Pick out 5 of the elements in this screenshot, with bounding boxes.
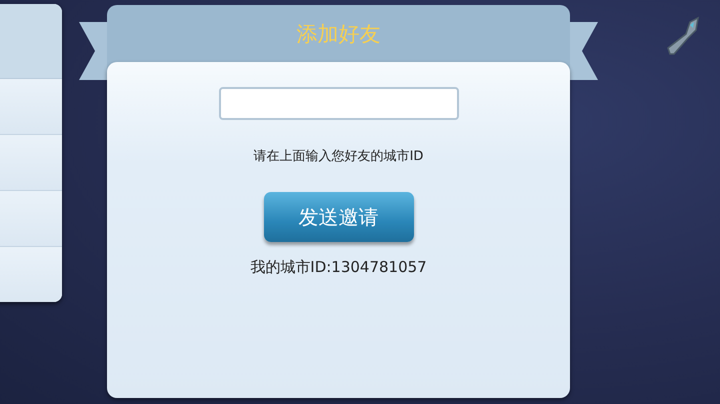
city-id-input-field[interactable] (218, 87, 458, 120)
send-invite-button[interactable]: 发送邀请 (264, 192, 414, 242)
my-city-id: 我的城市ID:1304781057 (250, 258, 427, 277)
input-hint: 请在上面输入您好友的城市ID (254, 148, 424, 165)
dialog-title: 添加好友 (296, 20, 380, 48)
